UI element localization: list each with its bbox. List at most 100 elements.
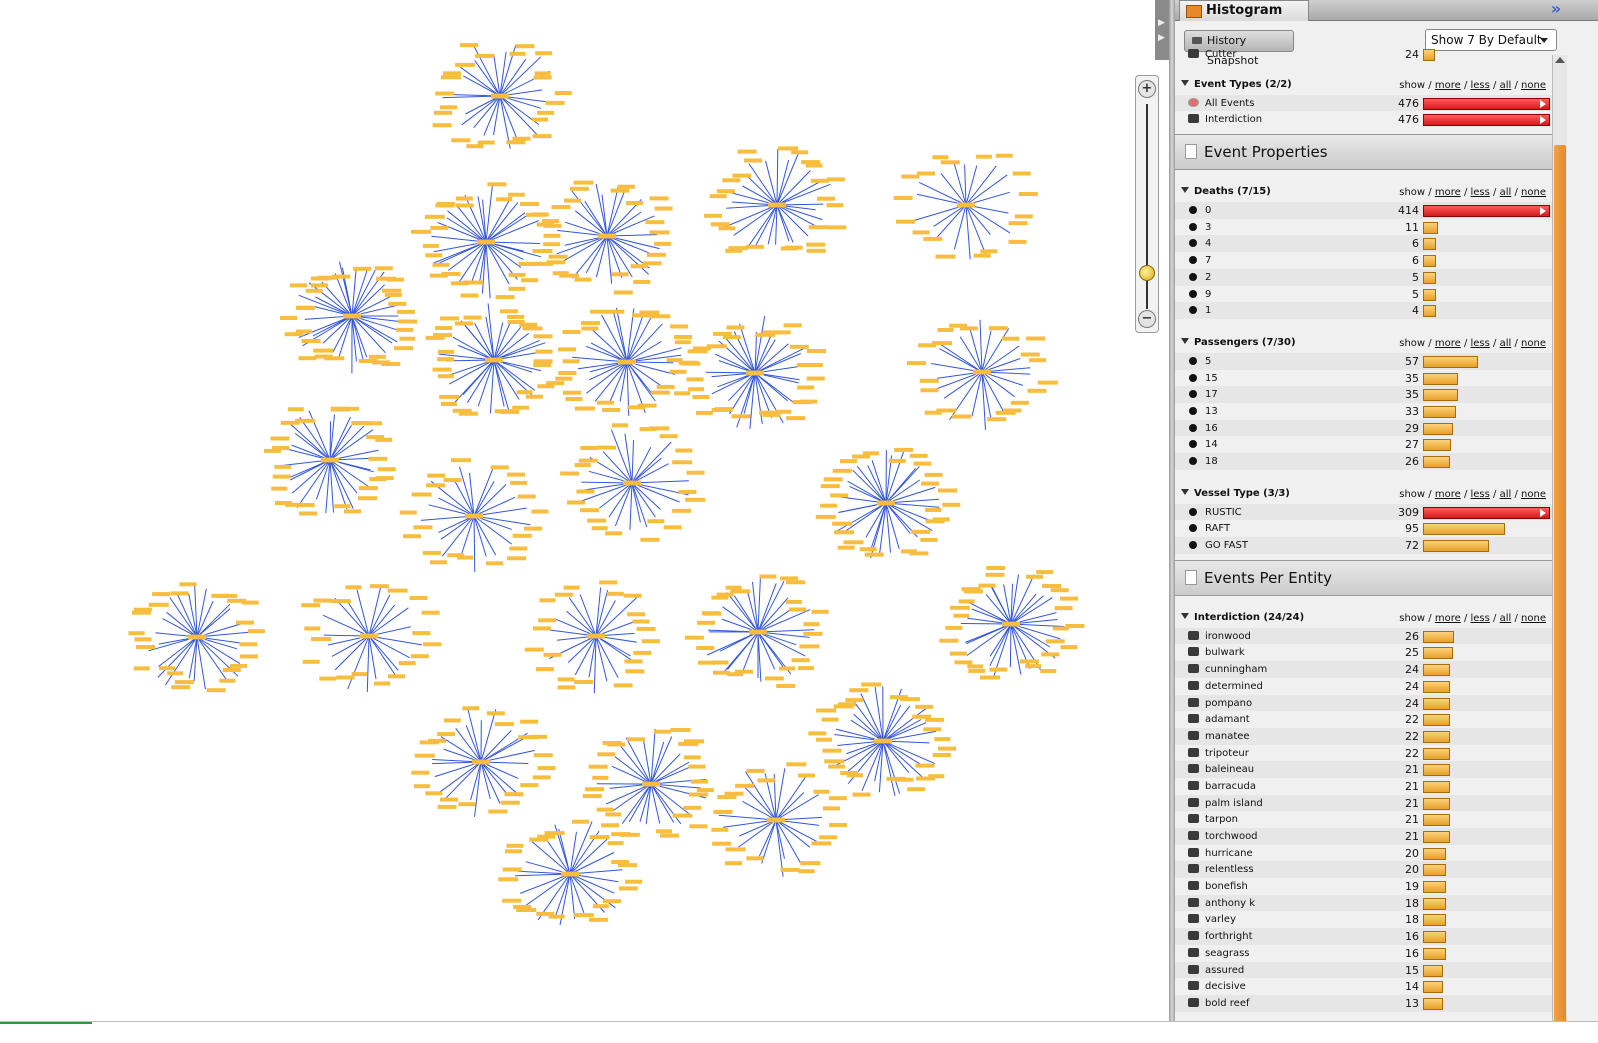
show-less-link[interactable]: less	[1471, 80, 1490, 91]
event-node[interactable]	[791, 150, 808, 154]
event-node[interactable]	[518, 495, 536, 499]
histogram-row[interactable]: anthony k18	[1175, 895, 1552, 912]
entity-node[interactable]	[973, 370, 991, 375]
scrollbar-thumb[interactable]	[1554, 145, 1566, 1022]
event-node[interactable]	[950, 652, 967, 656]
event-node[interactable]	[1002, 337, 1019, 341]
event-node[interactable]	[149, 603, 169, 607]
event-node[interactable]	[385, 293, 402, 297]
event-node[interactable]	[1013, 172, 1031, 176]
event-node[interactable]	[475, 54, 494, 58]
show-all-link[interactable]: all	[1500, 338, 1512, 349]
bar-highlight[interactable]	[1423, 507, 1550, 519]
event-node[interactable]	[780, 576, 798, 580]
event-node[interactable]	[650, 314, 670, 318]
event-node[interactable]	[274, 465, 291, 469]
event-node[interactable]	[925, 411, 942, 415]
event-node[interactable]	[496, 197, 512, 201]
event-node[interactable]	[714, 810, 733, 814]
show-less-link[interactable]: less	[1471, 187, 1490, 198]
event-node[interactable]	[574, 181, 594, 185]
event-node[interactable]	[589, 918, 608, 922]
event-node[interactable]	[647, 519, 664, 523]
event-node[interactable]	[732, 174, 751, 178]
entity-node[interactable]	[598, 234, 616, 239]
bar[interactable]	[1423, 965, 1443, 977]
event-node[interactable]	[311, 637, 331, 641]
event-node[interactable]	[444, 718, 461, 722]
event-node[interactable]	[833, 469, 852, 473]
event-node[interactable]	[336, 676, 354, 680]
event-node[interactable]	[674, 391, 690, 395]
entity-cluster[interactable]	[704, 146, 846, 252]
event-node[interactable]	[529, 735, 547, 739]
event-node[interactable]	[916, 777, 935, 781]
event-node[interactable]	[236, 621, 254, 625]
event-node[interactable]	[437, 202, 455, 206]
bar[interactable]	[1423, 881, 1446, 893]
entity-cluster[interactable]	[542, 181, 673, 295]
event-node[interactable]	[230, 664, 247, 668]
event-node[interactable]	[1029, 358, 1046, 362]
show-more-link[interactable]: more	[1435, 338, 1461, 349]
event-node[interactable]	[812, 610, 829, 614]
event-node[interactable]	[781, 868, 800, 872]
bar[interactable]	[1423, 714, 1450, 726]
event-node[interactable]	[917, 172, 935, 176]
event-node[interactable]	[817, 197, 835, 201]
event-node[interactable]	[288, 407, 304, 411]
event-node[interactable]	[820, 504, 837, 508]
group-header[interactable]: Deaths (7/15)show / more / less / all / …	[1175, 180, 1552, 202]
bar[interactable]	[1423, 289, 1436, 301]
event-node[interactable]	[642, 639, 660, 643]
event-node[interactable]	[786, 416, 805, 420]
event-node[interactable]	[437, 357, 454, 361]
entity-cluster[interactable]	[525, 580, 660, 693]
event-node[interactable]	[654, 730, 671, 734]
event-node[interactable]	[412, 631, 430, 635]
event-node[interactable]	[455, 322, 473, 326]
entity-node[interactable]	[623, 481, 641, 486]
event-node[interactable]	[799, 869, 815, 873]
event-node[interactable]	[712, 408, 731, 412]
event-node[interactable]	[411, 771, 429, 775]
bar[interactable]	[1423, 948, 1446, 960]
event-node[interactable]	[834, 530, 854, 534]
event-node[interactable]	[513, 905, 531, 909]
event-node[interactable]	[1026, 337, 1045, 341]
event-node[interactable]	[819, 835, 837, 839]
event-node[interactable]	[710, 194, 727, 198]
event-node[interactable]	[730, 589, 750, 593]
bar[interactable]	[1423, 255, 1436, 267]
entity-node[interactable]	[477, 240, 495, 245]
event-node[interactable]	[570, 187, 589, 191]
event-node[interactable]	[451, 281, 469, 285]
event-node[interactable]	[478, 141, 495, 145]
event-node[interactable]	[558, 347, 576, 351]
event-node[interactable]	[786, 600, 802, 604]
event-node[interactable]	[806, 164, 823, 168]
event-node[interactable]	[827, 225, 846, 229]
event-node[interactable]	[546, 101, 565, 105]
bar[interactable]	[1423, 222, 1438, 234]
entity-cluster[interactable]	[583, 728, 714, 838]
event-node[interactable]	[968, 669, 985, 673]
event-node[interactable]	[844, 540, 864, 544]
event-node[interactable]	[587, 519, 606, 523]
entity-cluster[interactable]	[426, 303, 564, 415]
event-node[interactable]	[655, 207, 673, 211]
event-node[interactable]	[552, 205, 571, 209]
event-node[interactable]	[507, 473, 525, 477]
entity-cluster[interactable]	[711, 762, 847, 876]
event-node[interactable]	[853, 793, 871, 797]
event-node[interactable]	[217, 594, 237, 598]
histogram-row[interactable]: 311	[1175, 219, 1552, 236]
event-node[interactable]	[807, 377, 825, 381]
event-node[interactable]	[315, 355, 333, 359]
entity-cluster[interactable]	[808, 683, 956, 797]
event-node[interactable]	[786, 762, 806, 766]
event-node[interactable]	[822, 718, 839, 722]
event-node[interactable]	[505, 849, 522, 853]
event-node[interactable]	[505, 792, 524, 796]
entity-node[interactable]	[360, 634, 378, 639]
